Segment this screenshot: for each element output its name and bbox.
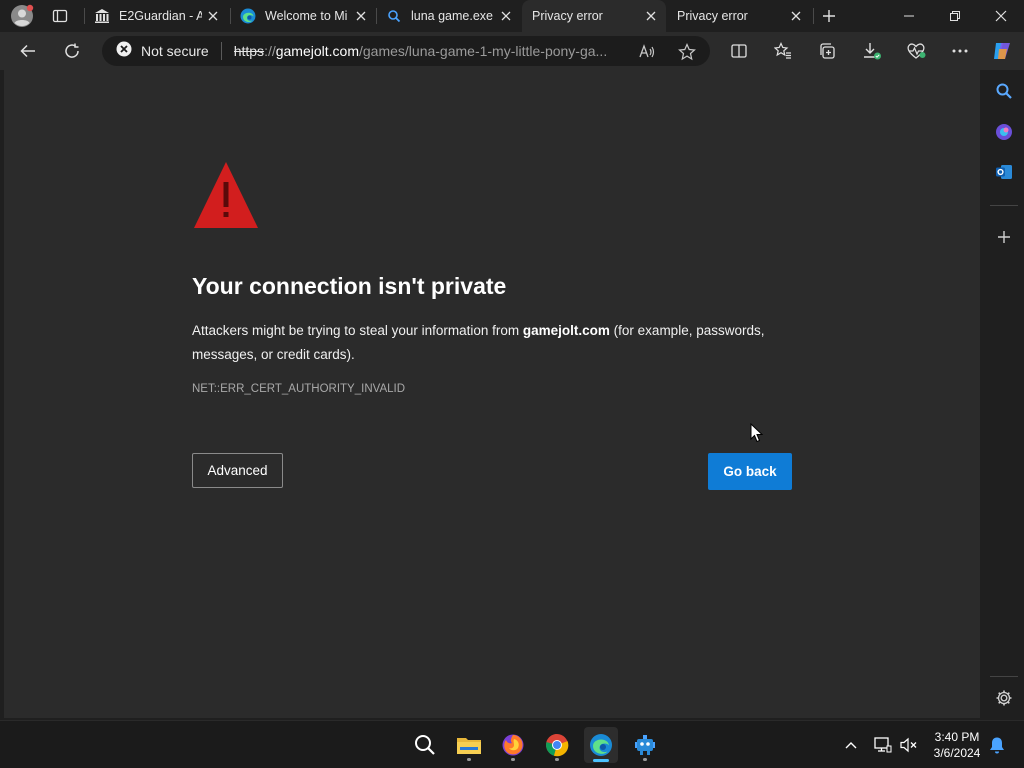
tab-title: luna game.exe [411,9,494,23]
tab-privacy-error-active[interactable]: Privacy error [522,0,666,32]
show-hidden-icons-chevron-icon[interactable] [840,733,862,757]
sidebar-add-icon[interactable] [992,225,1016,249]
address-bar[interactable]: Not secure https://gamejolt.com/games/lu… [102,36,710,66]
tab-title: Welcome to Mi [265,9,348,23]
read-aloud-icon[interactable] [638,43,656,61]
description-text: Attackers might be trying to steal your … [192,323,523,338]
security-label: Not secure [141,43,209,59]
taskbar-search-icon[interactable] [408,727,442,763]
browser-essentials-icon[interactable] [900,35,932,67]
robot-app-icon[interactable] [628,727,662,763]
clock-time: 3:40 PM [934,730,980,744]
running-indicator [555,758,559,761]
sidebar-search-icon[interactable] [992,79,1016,103]
chrome-icon[interactable] [540,727,574,763]
tab-title: E2Guardian - A [119,9,202,23]
file-explorer-icon[interactable] [452,727,486,763]
sidebar-divider [990,205,1018,206]
url-host: gamejolt.com [275,43,359,59]
close-tab-icon[interactable] [785,5,807,27]
back-arrow-icon[interactable] [12,35,44,67]
favorite-star-icon[interactable] [678,43,696,61]
running-indicator [467,758,471,761]
sidebar-divider [990,676,1018,677]
close-tab-icon[interactable] [350,5,372,27]
go-back-button[interactable]: Go back [708,453,792,490]
error-code: NET::ERR_CERT_AUTHORITY_INVALID [192,383,406,395]
restore-icon[interactable] [932,0,978,32]
tab-separator [813,8,814,24]
favorites-icon[interactable] [767,35,799,67]
running-indicator [643,758,647,761]
navigation-toolbar: Not secure https://gamejolt.com/games/lu… [0,32,1024,70]
sidebar-settings-icon[interactable] [992,686,1016,710]
close-tab-icon[interactable] [640,5,662,27]
close-tab-icon[interactable] [495,5,517,27]
active-indicator [593,759,609,762]
security-indicator[interactable]: Not secure [102,36,221,66]
title-bar: E2Guardian - A Welcome to Mi luna game.e… [0,0,1024,32]
tab-welcome[interactable]: Welcome to Mi [230,0,376,32]
copilot-icon[interactable] [986,35,1018,67]
tab-privacy-error[interactable]: Privacy error [667,0,811,32]
tab-luna-game[interactable]: luna game.exe [376,0,521,32]
edge-taskbar-icon[interactable] [584,727,618,763]
edge-sidebar [984,70,1024,720]
edge-icon [240,8,256,24]
url-separator: :// [264,43,276,59]
close-tab-icon[interactable] [202,5,224,27]
notification-bell-icon[interactable] [986,733,1008,757]
collections-icon[interactable] [811,35,843,67]
advanced-button[interactable]: Advanced [192,453,283,488]
mouse-cursor-icon [750,422,764,448]
url-path: /games/luna-game-1-my-little-pony-ga... [359,43,608,59]
new-tab-icon[interactable] [817,4,841,28]
downloads-icon[interactable] [856,35,888,67]
bank-icon [94,8,110,24]
tab-actions-icon[interactable] [48,4,72,28]
warning-triangle-icon [192,160,260,235]
refresh-icon[interactable] [56,35,88,67]
profile-avatar-icon[interactable] [10,4,34,28]
sidebar-copilot-icon[interactable] [992,120,1016,144]
sidebar-outlook-icon[interactable] [992,160,1016,184]
network-icon[interactable] [872,733,894,757]
search-icon [386,8,402,24]
more-options-icon[interactable] [944,35,976,67]
error-page: Your connection isn't private Attackers … [4,70,980,718]
url-scheme: https [233,43,265,59]
page-title: Your connection isn't private [192,273,507,299]
description-host: gamejolt.com [522,323,610,338]
minimize-icon[interactable] [886,0,932,32]
error-description: Attackers might be trying to steal your … [192,319,802,367]
running-indicator [511,758,515,761]
firefox-icon[interactable] [496,727,530,763]
tab-title: Privacy error [677,9,748,23]
url-text[interactable]: https://gamejolt.com/games/luna-game-1-m… [234,43,624,59]
volume-muted-icon[interactable] [898,733,920,757]
address-separator [220,42,222,60]
system-clock[interactable]: 3:40 PM 3/6/2024 [922,729,992,761]
tab-title: Privacy error [532,9,603,23]
clock-date: 3/6/2024 [933,746,981,760]
not-secure-icon [116,41,132,62]
close-window-icon[interactable] [978,0,1024,32]
split-screen-icon[interactable] [723,35,755,67]
windows-taskbar: 3:40 PM 3/6/2024 [0,720,1024,768]
tab-e2guardian[interactable]: E2Guardian - A [84,0,228,32]
